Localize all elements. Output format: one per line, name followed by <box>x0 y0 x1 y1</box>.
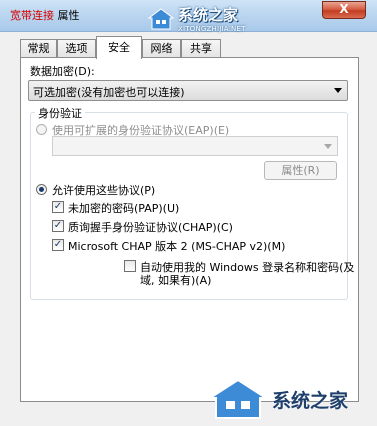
chap-label: 质询握手身份验证协议(CHAP)(C) <box>68 221 233 234</box>
eap-method-select[interactable] <box>52 136 338 156</box>
auto-logon-label-line2: 域, 如果有)(A) <box>140 274 212 287</box>
eap-radio[interactable] <box>36 124 47 135</box>
chevron-down-icon <box>334 88 342 93</box>
encryption-select[interactable]: 可选加密(没有加密也可以连接) <box>28 80 348 101</box>
house-logo-icon <box>208 378 268 419</box>
chevron-down-icon <box>324 144 332 149</box>
watermark-name-bottom: 系统之家 <box>272 389 349 412</box>
watermark-logo-bottom: 系统之家 <box>208 378 348 420</box>
radio-selected-dot <box>39 187 44 192</box>
allow-protocols-label: 允许使用这些协议(P) <box>52 184 156 197</box>
auth-group-title: 身份验证 <box>35 105 85 121</box>
allow-protocols-radio[interactable] <box>36 184 47 195</box>
pap-checkbox[interactable]: ✓ <box>52 201 64 213</box>
properties-button[interactable]: 属性(R) <box>264 161 337 180</box>
mschapv2-checkbox[interactable]: ✓ <box>52 239 64 251</box>
mschapv2-label: Microsoft CHAP 版本 2 (MS-CHAP v2)(M) <box>68 240 286 253</box>
chap-checkbox[interactable]: ✓ <box>52 220 64 232</box>
encryption-select-value: 可选加密(没有加密也可以连接) <box>33 86 185 99</box>
auto-logon-checkbox[interactable] <box>124 260 136 272</box>
pap-label: 未加密的密码(PAP)(U) <box>68 202 180 215</box>
encryption-label: 数据加密(D): <box>30 65 95 78</box>
